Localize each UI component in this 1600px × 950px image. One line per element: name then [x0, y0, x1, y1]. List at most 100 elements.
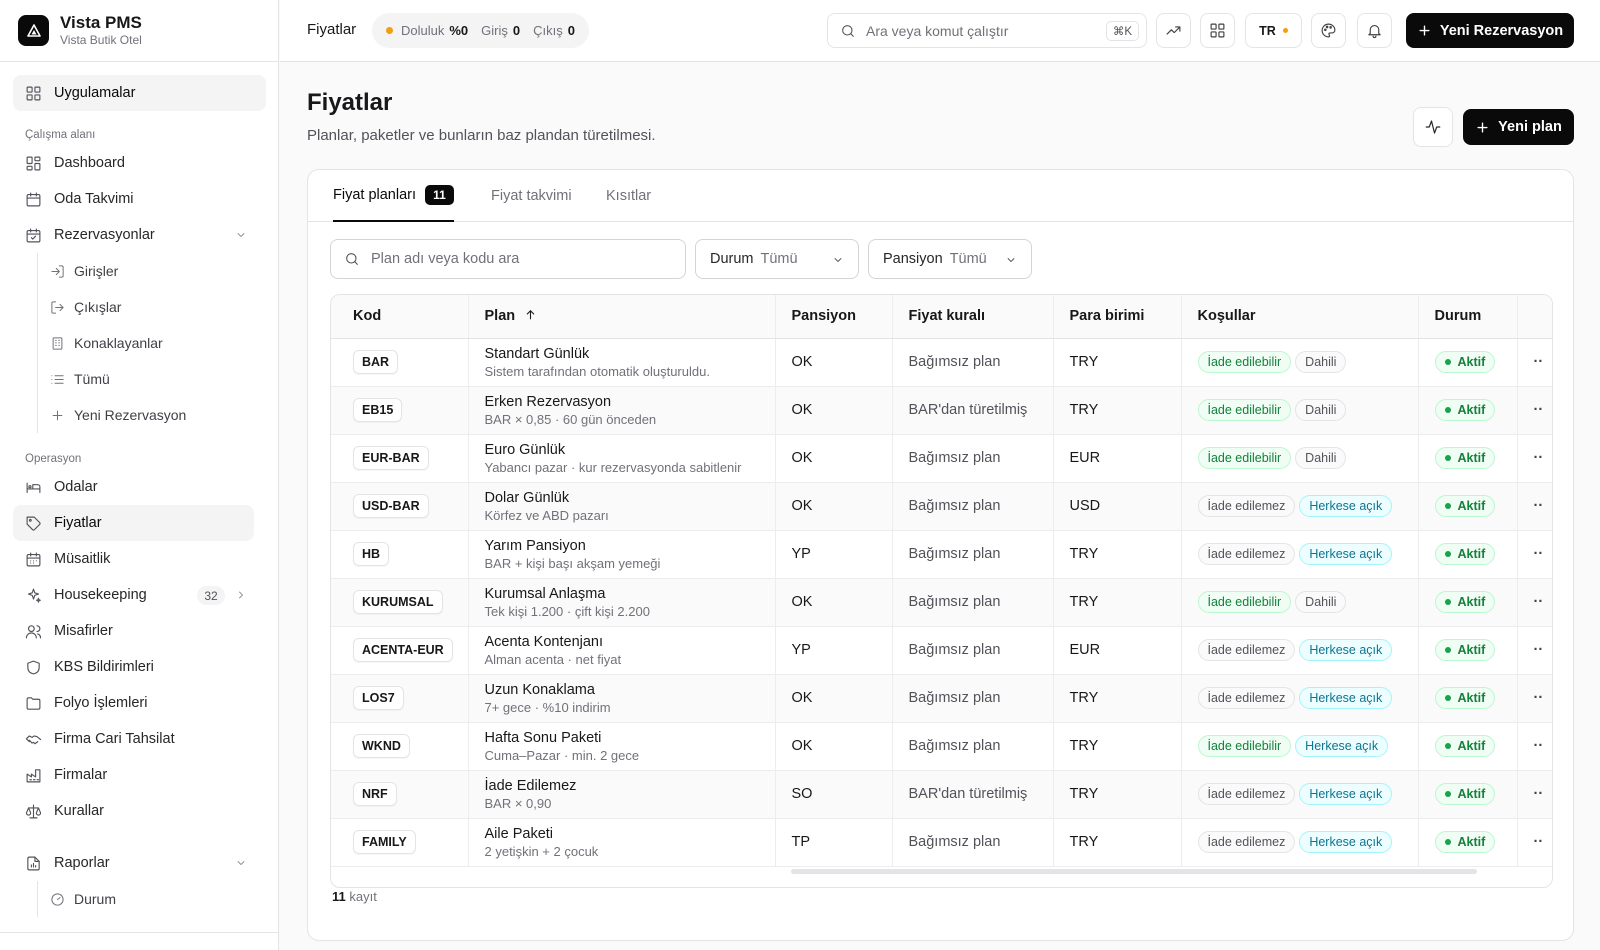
- board-filter-select[interactable]: Pansiyon Tümü: [868, 239, 1032, 279]
- sidebar-item-new-reservation[interactable]: Yeni Rezervasyon: [50, 397, 265, 433]
- plan-search-input[interactable]: Plan adı veya kodu ara: [330, 239, 686, 279]
- sidebar-item-checkins[interactable]: Girişler: [50, 253, 265, 289]
- visibility-chip: Dahili: [1295, 591, 1347, 613]
- table-row[interactable]: EUR-BAR Euro Günlük Yabancı pazar · kur …: [331, 434, 1552, 483]
- table-row[interactable]: USD-BAR Dolar Günlük Körfez ve ABD pazar…: [331, 482, 1552, 531]
- sidebar-item-checkouts[interactable]: Çıkışlar: [50, 289, 265, 325]
- sidebar-item-folio[interactable]: Folyo İşlemleri: [13, 685, 265, 721]
- sidebar-item-rates[interactable]: Fiyatlar: [13, 505, 254, 541]
- sidebar-item-guests[interactable]: Misafirler: [13, 613, 265, 649]
- plan-name[interactable]: Erken Rezervasyon: [485, 393, 775, 411]
- chevron-right-icon[interactable]: [235, 589, 247, 601]
- plan-code-badge: HB: [353, 542, 390, 566]
- plan-name[interactable]: Uzun Konaklama: [485, 681, 775, 699]
- apps-button[interactable]: [1200, 13, 1235, 48]
- status-badge: Aktif: [1434, 399, 1496, 421]
- sidebar-item-inhouse[interactable]: Konaklayanlar: [50, 325, 265, 361]
- activity-button[interactable]: [1413, 107, 1453, 147]
- col-header-board[interactable]: Pansiyon: [775, 295, 893, 339]
- plan-name[interactable]: Euro Günlük: [485, 441, 775, 459]
- row-actions-button[interactable]: ··: [1534, 834, 1544, 850]
- record-count-value: 11: [332, 889, 346, 904]
- status-dot-icon: [1444, 743, 1451, 749]
- row-actions-button[interactable]: ··: [1534, 642, 1544, 658]
- new-plan-label: Yeni plan: [1498, 119, 1562, 135]
- tab-rate-calendar[interactable]: Fiyat takvimi: [491, 170, 572, 222]
- status-badge: Aktif: [1434, 495, 1496, 517]
- col-header-conditions[interactable]: Koşullar: [1181, 295, 1419, 339]
- plan-price-rule: Bağımsız plan: [892, 722, 1054, 771]
- horizontal-scrollbar[interactable]: [791, 869, 1477, 874]
- row-actions-button[interactable]: ··: [1534, 690, 1544, 706]
- row-actions-button[interactable]: ··: [1534, 546, 1544, 562]
- theme-button[interactable]: [1311, 13, 1346, 48]
- new-reservation-button[interactable]: Yeni Rezervasyon: [1406, 13, 1574, 48]
- plan-name[interactable]: İade Edilemez: [485, 777, 775, 795]
- row-actions-button[interactable]: ··: [1534, 498, 1544, 514]
- plan-price-rule: Bağımsız plan: [892, 530, 1054, 579]
- sidebar-item-rooms[interactable]: Odalar: [13, 469, 265, 505]
- table-row[interactable]: LOS7 Uzun Konaklama 7+ gece · %10 indiri…: [331, 674, 1552, 723]
- row-actions-button[interactable]: ··: [1534, 354, 1544, 370]
- row-actions-button[interactable]: ··: [1534, 450, 1544, 466]
- sidebar-item-reports[interactable]: Raporlar: [13, 845, 265, 881]
- plan-name[interactable]: Hafta Sonu Paketi: [485, 729, 775, 747]
- row-actions-button[interactable]: ··: [1534, 738, 1544, 754]
- search-placeholder: Ara veya komut çalıştır: [866, 22, 1009, 39]
- sidebar-item-housekeeping[interactable]: Housekeeping 32: [13, 577, 265, 613]
- sidebar-item-room-calendar[interactable]: Oda Takvimi: [13, 181, 265, 217]
- sidebar-item-kbs[interactable]: KBS Bildirimleri: [13, 649, 265, 685]
- table-row[interactable]: FAMILY Aile Paketi 2 yetişkin + 2 çocuk …: [331, 818, 1552, 867]
- row-actions-button[interactable]: ··: [1534, 786, 1544, 802]
- table-row[interactable]: KURUMSAL Kurumsal Anlaşma Tek kişi 1.200…: [331, 578, 1552, 627]
- row-actions-button[interactable]: ··: [1534, 594, 1544, 610]
- sidebar-item-rules[interactable]: Kurallar: [13, 793, 265, 829]
- grid-icon: [1210, 23, 1225, 38]
- trends-button[interactable]: [1156, 13, 1191, 48]
- col-header-currency[interactable]: Para birimi: [1053, 295, 1182, 339]
- calendar-icon: [26, 192, 41, 206]
- plan-name[interactable]: Acenta Kontenjanı: [485, 633, 775, 651]
- sidebar-item-availability[interactable]: Müsaitlik: [13, 541, 265, 577]
- col-header-code[interactable]: Kod: [331, 295, 469, 339]
- command-search-input[interactable]: Ara veya komut çalıştır ⌘K: [827, 13, 1147, 48]
- table-row[interactable]: WKND Hafta Sonu Paketi Cuma–Pazar · min.…: [331, 722, 1552, 771]
- sidebar-item-all[interactable]: Tümü: [50, 361, 265, 397]
- plan-description: BAR + kişi başı akşam yemeği: [484, 555, 661, 571]
- topbar: Fiyatlar Doluluk %0 Giriş 0 Çıkış 0 Ara …: [280, 0, 1600, 62]
- sidebar-item-dashboard[interactable]: Dashboard: [13, 145, 265, 181]
- row-actions-button[interactable]: ··: [1534, 402, 1544, 418]
- language-button[interactable]: TR: [1245, 13, 1302, 48]
- plan-board: OK: [775, 578, 893, 627]
- plan-name[interactable]: Dolar Günlük: [485, 489, 775, 507]
- col-header-rule[interactable]: Fiyat kuralı: [892, 295, 1054, 339]
- plan-name[interactable]: Kurumsal Anlaşma: [485, 585, 775, 603]
- new-plan-button[interactable]: Yeni plan: [1463, 109, 1574, 145]
- sidebar-item-companies[interactable]: Firmalar: [13, 757, 265, 793]
- sidebar-item-company-ar[interactable]: Firma Cari Tahsilat: [13, 721, 265, 757]
- plan-board: OK: [775, 386, 893, 435]
- table-row[interactable]: BAR Standart Günlük Sistem tarafından ot…: [331, 338, 1552, 387]
- col-header-status[interactable]: Durum: [1418, 295, 1518, 339]
- status-filter-select[interactable]: Durum Tümü: [695, 239, 859, 279]
- brand[interactable]: Vista PMS Vista Butik Otel: [0, 0, 278, 62]
- status-dot-icon: [1444, 599, 1451, 605]
- plan-name[interactable]: Yarım Pansiyon: [485, 537, 775, 555]
- table-row[interactable]: EB15 Erken Rezervasyon BAR × 0,85 · 60 g…: [331, 386, 1552, 435]
- table-row[interactable]: HB Yarım Pansiyon BAR + kişi başı akşam …: [331, 530, 1552, 579]
- plan-board: OK: [775, 722, 893, 771]
- table-row[interactable]: ACENTA-EUR Acenta Kontenjanı Alman acent…: [331, 626, 1552, 675]
- tab-rate-plans[interactable]: Fiyat planları 11: [333, 170, 455, 222]
- table-row[interactable]: NRF İade Edilemez BAR × 0,90 SO BAR'dan …: [331, 770, 1552, 819]
- notifications-button[interactable]: [1357, 13, 1392, 48]
- plan-name[interactable]: Standart Günlük: [485, 345, 775, 363]
- sidebar-item-report-status[interactable]: Durum: [50, 881, 265, 917]
- sidebar-item-apps[interactable]: Uygulamalar: [13, 75, 266, 111]
- plan-currency: EUR: [1053, 626, 1182, 675]
- col-header-plan[interactable]: Plan: [468, 295, 776, 339]
- sidebar-item-reservations[interactable]: Rezervasyonlar: [13, 217, 265, 253]
- tab-restrictions[interactable]: Kısıtlar: [606, 170, 651, 222]
- chevron-down-icon[interactable]: [235, 857, 247, 869]
- plan-name[interactable]: Aile Paketi: [485, 825, 775, 843]
- chevron-down-icon[interactable]: [235, 229, 247, 241]
